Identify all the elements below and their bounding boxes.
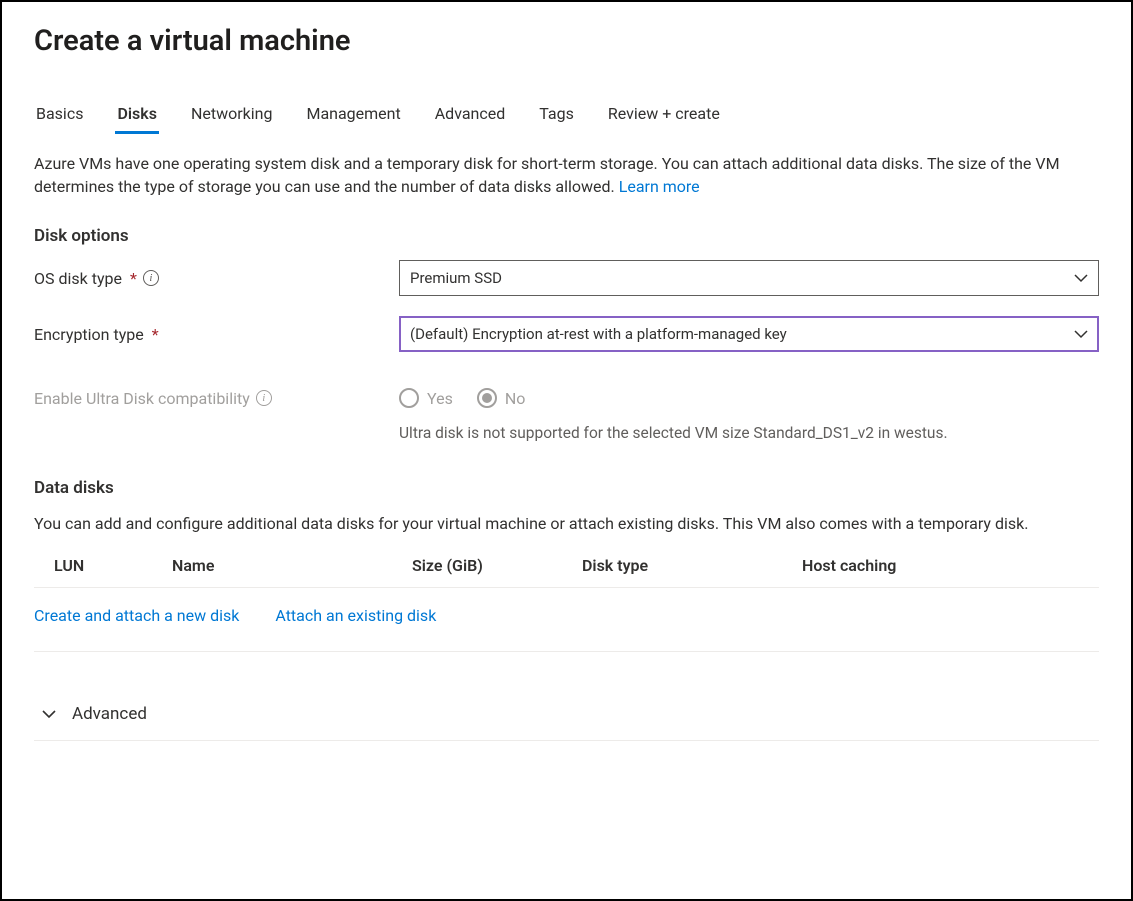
create-attach-new-disk-link[interactable]: Create and attach a new disk: [34, 606, 239, 625]
page-title: Create a virtual machine: [34, 24, 1099, 58]
col-name: Name: [164, 546, 404, 588]
attach-existing-disk-link[interactable]: Attach an existing disk: [275, 606, 436, 625]
os-disk-type-select[interactable]: Premium SSD: [399, 260, 1099, 296]
tab-disks[interactable]: Disks: [115, 98, 158, 134]
encryption-type-label-text: Encryption type: [34, 325, 144, 344]
ultra-disk-label: Enable Ultra Disk compatibility i: [34, 389, 399, 408]
tab-management[interactable]: Management: [304, 98, 402, 134]
col-disk-type: Disk type: [574, 546, 794, 588]
advanced-expander-label: Advanced: [72, 704, 147, 724]
ultra-disk-radio-group: Yes No: [399, 388, 525, 408]
chevron-down-icon: [1074, 327, 1088, 341]
info-icon[interactable]: i: [143, 270, 159, 286]
os-disk-type-label-text: OS disk type: [34, 269, 122, 288]
col-size: Size (GiB): [404, 546, 574, 588]
tab-networking[interactable]: Networking: [189, 98, 275, 134]
ultra-disk-label-text: Enable Ultra Disk compatibility: [34, 389, 250, 408]
advanced-expander[interactable]: Advanced: [34, 682, 1099, 741]
ultra-disk-yes-label: Yes: [427, 389, 453, 408]
tab-advanced[interactable]: Advanced: [433, 98, 508, 134]
required-indicator: *: [130, 269, 137, 288]
tab-review-create[interactable]: Review + create: [606, 98, 722, 134]
data-disks-table: LUN Name Size (GiB) Disk type Host cachi…: [34, 546, 1099, 588]
ultra-disk-hint: Ultra disk is not supported for the sele…: [399, 424, 1099, 442]
ultra-disk-yes-radio: [399, 388, 419, 408]
intro-text: Azure VMs have one operating system disk…: [34, 152, 1099, 198]
encryption-type-value: (Default) Encryption at-rest with a plat…: [410, 325, 787, 343]
disk-options-heading: Disk options: [34, 226, 1099, 246]
tab-basics[interactable]: Basics: [34, 98, 85, 134]
data-disk-actions: Create and attach a new disk Attach an e…: [34, 588, 1099, 652]
col-host-caching: Host caching: [794, 546, 1099, 588]
chevron-down-icon: [42, 707, 56, 721]
chevron-down-icon: [1074, 271, 1088, 285]
os-disk-type-label: OS disk type * i: [34, 269, 399, 288]
encryption-type-label: Encryption type *: [34, 325, 399, 344]
learn-more-link[interactable]: Learn more: [619, 177, 700, 196]
info-icon[interactable]: i: [256, 390, 272, 406]
data-disks-heading: Data disks: [34, 478, 1099, 498]
required-indicator: *: [152, 325, 159, 344]
ultra-disk-no-radio: [477, 388, 497, 408]
tab-bar: Basics Disks Networking Management Advan…: [34, 98, 1099, 134]
col-lun: LUN: [34, 546, 164, 588]
tab-tags[interactable]: Tags: [537, 98, 576, 134]
os-disk-type-value: Premium SSD: [410, 269, 502, 287]
encryption-type-select[interactable]: (Default) Encryption at-rest with a plat…: [399, 316, 1099, 352]
ultra-disk-no-label: No: [505, 389, 526, 408]
data-disks-description: You can add and configure additional dat…: [34, 512, 1099, 535]
intro-body: Azure VMs have one operating system disk…: [34, 154, 1060, 196]
